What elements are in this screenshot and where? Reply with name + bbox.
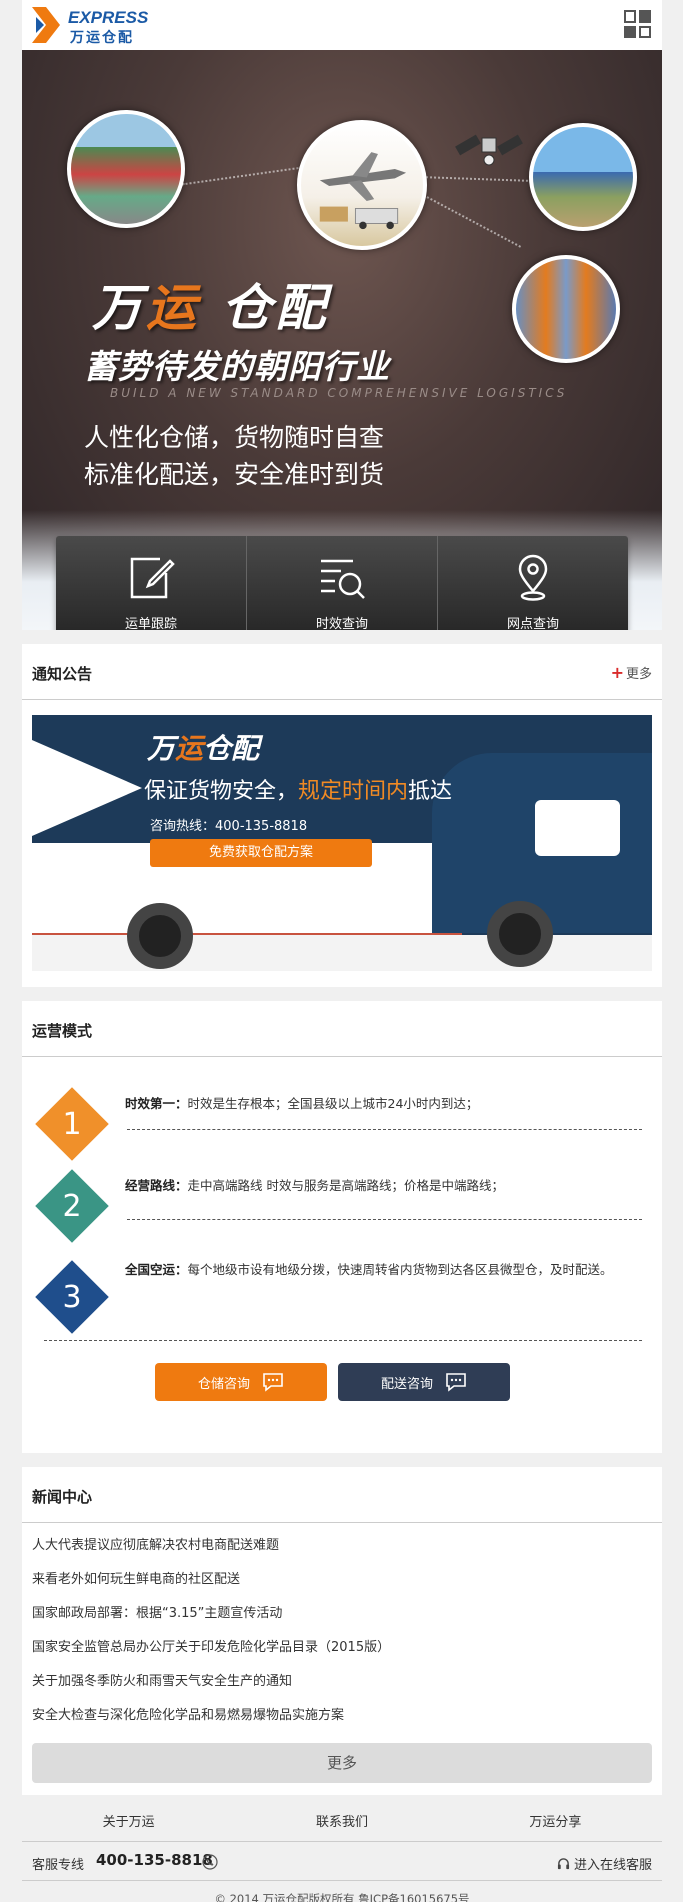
quick-label: 时效查询	[315, 616, 368, 631]
banner-line-1: 人性化仓储，货物随时自查	[84, 423, 385, 452]
news-item[interactable]: 来看老外如何玩生鲜电商的社区配送	[32, 1563, 652, 1597]
divider	[127, 1219, 642, 1220]
quick-outlet-query[interactable]: 网点查询	[438, 536, 628, 630]
section-title: 运营模式	[32, 1022, 93, 1040]
promo-get-plan-button[interactable]: 免费获取仓配方案	[150, 839, 372, 867]
section-title: 新闻中心	[32, 1488, 93, 1506]
airplane-cargo-photo	[297, 120, 427, 250]
hero-banner: 万运 仓配 蓄势待发的朝阳行业 BUILD A NEW STANDARD COM…	[22, 50, 662, 630]
wheel	[127, 903, 193, 969]
banner-line-2: 标准化配送，安全准时到货	[84, 460, 385, 489]
route-line	[421, 176, 533, 182]
banner-brand: 万运 仓配	[92, 279, 330, 337]
news-more-button[interactable]: 更多	[32, 1743, 652, 1783]
number-badge: 2	[35, 1169, 109, 1243]
number-badge: 3	[35, 1260, 109, 1334]
chat-icon	[263, 1373, 283, 1392]
ops-item: 3 全国空运：每个地级市设有地级分拨，快速周转省内货物到达各区县微型仓，及时配送…	[22, 1245, 662, 1355]
container-port-photo	[67, 110, 185, 228]
notice-section: 通知公告 + 更多 万运仓配 保证货物安全，规定时间内抵达 咨询热线：400-13…	[22, 644, 662, 987]
arrow-shape	[32, 740, 142, 836]
news-section: 新闻中心 人大代表提议应彻底解决农村电商配送难题 来看老外如何玩生鲜电商的社区配…	[22, 1467, 662, 1795]
news-item[interactable]: 国家邮政局部署：根据“3.15”主题宣传活动	[32, 1597, 652, 1631]
quick-label: 运单跟踪	[124, 616, 177, 631]
headset-icon	[557, 1858, 570, 1870]
plus-icon: +	[610, 663, 624, 682]
storage-consult-button[interactable]: 仓储咨询	[155, 1363, 327, 1401]
divider	[127, 1129, 642, 1130]
hotline-label: 客服专线	[32, 1858, 85, 1873]
satellite-icon	[455, 134, 523, 166]
logo-cn-text: 万运仓配	[70, 30, 134, 46]
quick-label: 网点查询	[506, 616, 559, 631]
footer-contact: 客服专线 400-135-8818 进入在线客服	[22, 1841, 662, 1881]
banner-tagline-en: BUILD A NEW STANDARD COMPREHENSIVE LOGIS…	[110, 386, 568, 400]
banner-tagline: 蓄势待发的朝阳行业	[84, 347, 390, 386]
promo-hotline: 咨询热线：400-135-8818	[150, 819, 308, 834]
ops-item: 1 时效第一：时效是生存根本；全国县级以上城市24小时内到达；	[22, 1073, 662, 1161]
divider	[44, 1340, 642, 1341]
promo-logo: 万运仓配	[147, 732, 260, 765]
news-item[interactable]: 人大代表提议应彻底解决农村电商配送难题	[32, 1529, 652, 1563]
chat-icon	[446, 1373, 466, 1392]
hotline-number[interactable]: 400-135-8818	[96, 1851, 213, 1869]
route-line	[422, 194, 522, 248]
section-title: 通知公告	[32, 665, 93, 683]
logo-en-text: EXPRESS	[68, 8, 149, 27]
number-badge: 1	[35, 1087, 109, 1161]
wheel	[487, 901, 553, 967]
logo-mark-icon	[32, 7, 60, 43]
delivery-consult-button[interactable]: 配送咨询	[338, 1363, 510, 1401]
copyright: © 2014 万运仓配版权所有 鲁ICP备16015675号	[214, 1892, 470, 1902]
promo-slogan: 保证货物安全，规定时间内抵达	[144, 779, 453, 804]
edit-note-icon	[130, 557, 175, 598]
promo-banner[interactable]: 万运仓配 保证货物安全，规定时间内抵达 咨询热线：400-135-8818 免费…	[32, 715, 652, 971]
grid-menu-icon[interactable]	[624, 10, 652, 38]
notice-more-link[interactable]: + 更多	[611, 663, 652, 682]
warehouse-shelf-photo	[512, 255, 620, 363]
quick-waybill-tracking[interactable]: 运单跟踪	[56, 536, 247, 630]
footer-link-contact[interactable]: 联系我们	[235, 1811, 448, 1830]
location-pin-icon	[518, 554, 548, 601]
truck-road-photo	[529, 123, 637, 231]
route-line	[182, 166, 302, 186]
phone-icon[interactable]	[202, 1854, 218, 1870]
quick-actions: 运单跟踪 时效查询 网点查询	[56, 536, 628, 630]
logo[interactable]: EXPRESS 万运仓配	[32, 5, 162, 46]
news-item[interactable]: 关于加强冬季防火和雨雪天气安全生产的通知	[32, 1665, 652, 1699]
ops-section: 运营模式 1 时效第一：时效是生存根本；全国县级以上城市24小时内到达； 2 经…	[22, 1001, 662, 1453]
footer-link-share[interactable]: 万运分享	[449, 1811, 662, 1830]
news-item[interactable]: 国家安全监管总局办公厅关于印发危险化学品目录（2015版）	[32, 1631, 652, 1665]
footer-link-about[interactable]: 关于万运	[22, 1811, 235, 1830]
online-service-link[interactable]: 进入在线客服	[557, 1854, 652, 1873]
footer-links: 关于万运 联系我们 万运分享	[22, 1799, 662, 1841]
news-list: 人大代表提议应彻底解决农村电商配送难题 来看老外如何玩生鲜电商的社区配送 国家邮…	[22, 1523, 662, 1733]
top-header: EXPRESS 万运仓配	[22, 0, 662, 50]
quick-time-query[interactable]: 时效查询	[247, 536, 438, 630]
news-item[interactable]: 安全大检查与深化危险化学品和易燃易爆物品实施方案	[32, 1699, 652, 1733]
list-search-icon	[321, 559, 365, 599]
ops-item: 2 经营路线：走中高端路线 时效与服务是高端路线；价格是中端路线；	[22, 1159, 662, 1245]
